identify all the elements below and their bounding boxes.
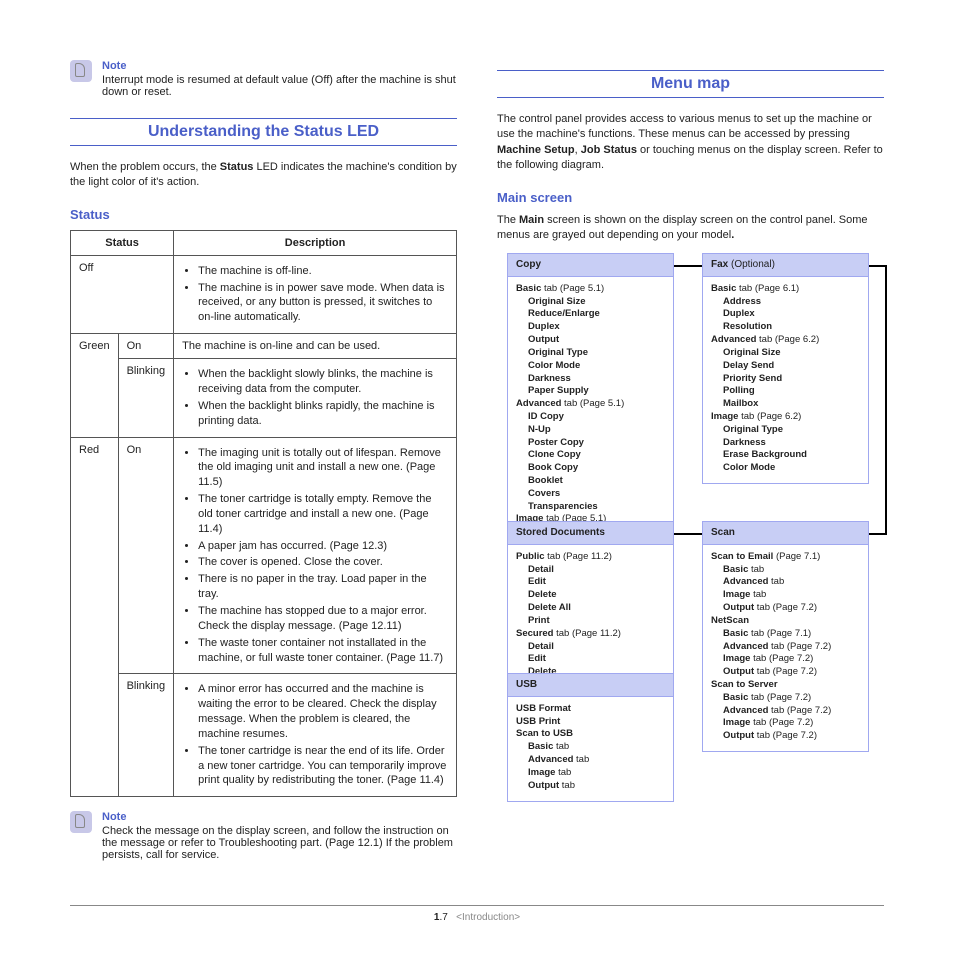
menu-box-fax: Fax (Optional) Basic tab (Page 6.1) Addr… — [702, 253, 869, 484]
footer-divider — [70, 905, 884, 906]
menu-intro: The control panel provides access to var… — [497, 112, 884, 174]
subhead-main-screen: Main screen — [497, 190, 884, 205]
note-bottom: Note Check the message on the display sc… — [70, 811, 457, 861]
note-top: Note Interrupt mode is resumed at defaul… — [70, 60, 457, 98]
menu-box-scan: Scan Scan to Email (Page 7.1) Basic tab … — [702, 521, 869, 752]
status-table: Status Description Off The machine is of… — [70, 230, 457, 797]
cell-off: Off — [71, 255, 174, 333]
section-title-led: Understanding the Status LED — [70, 118, 457, 146]
note-icon — [70, 811, 92, 833]
menu-diagram: Copy Basic tab (Page 5.1) Original Size … — [497, 253, 884, 873]
note-title: Note — [102, 60, 457, 72]
page-footer: 1.7 <Introduction> — [70, 912, 884, 923]
note-icon — [70, 60, 92, 82]
led-intro: When the problem occurs, the Status LED … — [70, 160, 457, 191]
note-text: Check the message on the display screen,… — [102, 825, 457, 861]
note-text: Interrupt mode is resumed at default val… — [102, 74, 457, 98]
cell-green: Green — [71, 334, 119, 437]
note-title: Note — [102, 811, 457, 823]
cell-red: Red — [71, 437, 119, 797]
th-description: Description — [174, 230, 457, 255]
th-status: Status — [71, 230, 174, 255]
menu-box-usb: USB USB Format USB Print Scan to USB Bas… — [507, 673, 674, 801]
main-screen-intro: The Main screen is shown on the display … — [497, 213, 884, 244]
subhead-status: Status — [70, 207, 457, 222]
section-title-menu: Menu map — [497, 70, 884, 98]
